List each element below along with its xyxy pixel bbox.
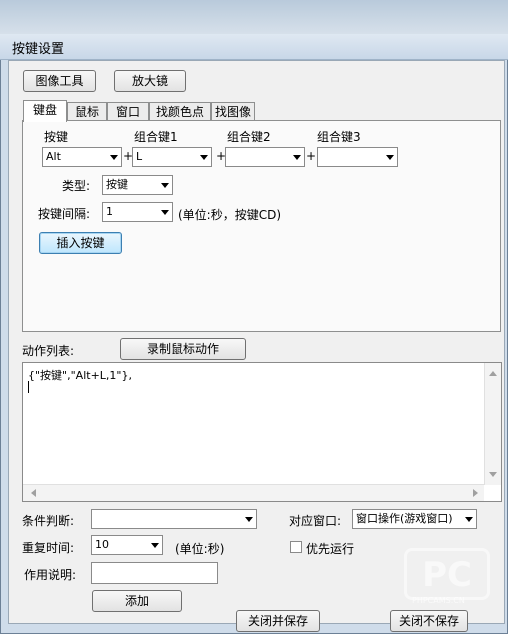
key-select-value: Alt bbox=[46, 150, 61, 163]
combo1-header: 组合键1 bbox=[134, 130, 178, 144]
scroll-up-icon[interactable] bbox=[489, 371, 497, 376]
type-select-value: 按键 bbox=[106, 178, 128, 191]
watermark-sub: PHPCAMS.CN bbox=[412, 596, 465, 605]
tab-mouse[interactable]: 鼠标 bbox=[67, 102, 107, 122]
combo3-header: 组合键3 bbox=[317, 130, 361, 144]
action-list-label: 动作列表: bbox=[22, 344, 75, 358]
target-window-value: 窗口操作(游戏窗口) bbox=[356, 512, 453, 525]
repeat-time-value: 10 bbox=[95, 538, 109, 551]
close-without-save-button[interactable]: 关闭不保存 bbox=[390, 610, 468, 632]
chevron-down-icon bbox=[151, 543, 159, 548]
desktop-background bbox=[0, 0, 508, 34]
scroll-down-icon[interactable] bbox=[489, 472, 497, 477]
record-mouse-button[interactable]: 录制鼠标动作 bbox=[120, 338, 246, 360]
interval-select[interactable]: 1 bbox=[102, 202, 173, 222]
combo1-select[interactable]: L bbox=[132, 147, 212, 167]
target-window-select[interactable]: 窗口操作(游戏窗口) bbox=[352, 509, 477, 529]
chevron-down-icon bbox=[200, 155, 208, 160]
combo2-select[interactable] bbox=[225, 147, 305, 167]
condition-select[interactable] bbox=[91, 509, 257, 529]
chevron-down-icon bbox=[245, 517, 253, 522]
chevron-down-icon bbox=[386, 155, 394, 160]
vertical-scrollbar[interactable] bbox=[484, 363, 501, 485]
chevron-down-icon bbox=[161, 210, 169, 215]
plus-sign-3: + bbox=[306, 149, 317, 163]
repeat-time-unit: (单位:秒) bbox=[175, 542, 225, 556]
scroll-left-icon[interactable] bbox=[31, 489, 36, 497]
priority-label: 优先运行 bbox=[306, 542, 355, 556]
type-select[interactable]: 按键 bbox=[102, 175, 173, 195]
action-list-content: {"按键","Alt+L,1"}, bbox=[28, 369, 132, 382]
chevron-down-icon bbox=[465, 517, 473, 522]
action-list-textarea[interactable] bbox=[22, 362, 502, 502]
chevron-down-icon bbox=[161, 183, 169, 188]
priority-checkbox[interactable] bbox=[290, 541, 302, 553]
text-cursor bbox=[28, 381, 29, 393]
combo2-header: 组合键2 bbox=[227, 130, 271, 144]
repeat-time-select[interactable]: 10 bbox=[91, 535, 163, 555]
chevron-down-icon bbox=[293, 155, 301, 160]
image-tool-button[interactable]: 图像工具 bbox=[23, 70, 96, 92]
tab-window[interactable]: 窗口 bbox=[107, 102, 149, 122]
insert-key-button[interactable]: 插入按键 bbox=[39, 232, 122, 254]
title-bar[interactable] bbox=[0, 34, 508, 60]
key-select[interactable]: Alt bbox=[42, 147, 122, 167]
repeat-time-label: 重复时间: bbox=[22, 541, 75, 555]
tab-find-image[interactable]: 找图像 bbox=[211, 102, 255, 122]
horizontal-scrollbar[interactable] bbox=[23, 484, 484, 501]
description-label: 作用说明: bbox=[24, 568, 77, 582]
interval-label: 按键间隔: bbox=[38, 207, 91, 221]
condition-label: 条件判断: bbox=[22, 514, 75, 528]
tab-keyboard[interactable]: 键盘 bbox=[23, 100, 67, 122]
combo3-select[interactable] bbox=[317, 147, 398, 167]
chevron-down-icon bbox=[110, 155, 118, 160]
watermark-logo: PC bbox=[404, 548, 490, 600]
scroll-right-icon[interactable] bbox=[473, 489, 478, 497]
add-button[interactable]: 添加 bbox=[92, 590, 182, 612]
interval-unit: (单位:秒，按键CD) bbox=[178, 208, 282, 222]
interval-select-value: 1 bbox=[106, 205, 113, 218]
target-window-label: 对应窗口: bbox=[289, 514, 342, 528]
combo1-select-value: L bbox=[136, 150, 143, 163]
description-input[interactable] bbox=[91, 562, 218, 584]
type-label: 类型: bbox=[62, 179, 91, 193]
window-title: 按键设置 bbox=[12, 42, 65, 57]
close-and-save-button[interactable]: 关闭并保存 bbox=[236, 610, 320, 632]
magnifier-button[interactable]: 放大镜 bbox=[114, 70, 186, 92]
tab-find-color[interactable]: 找颜色点 bbox=[149, 102, 211, 122]
key-header: 按键 bbox=[44, 130, 69, 144]
